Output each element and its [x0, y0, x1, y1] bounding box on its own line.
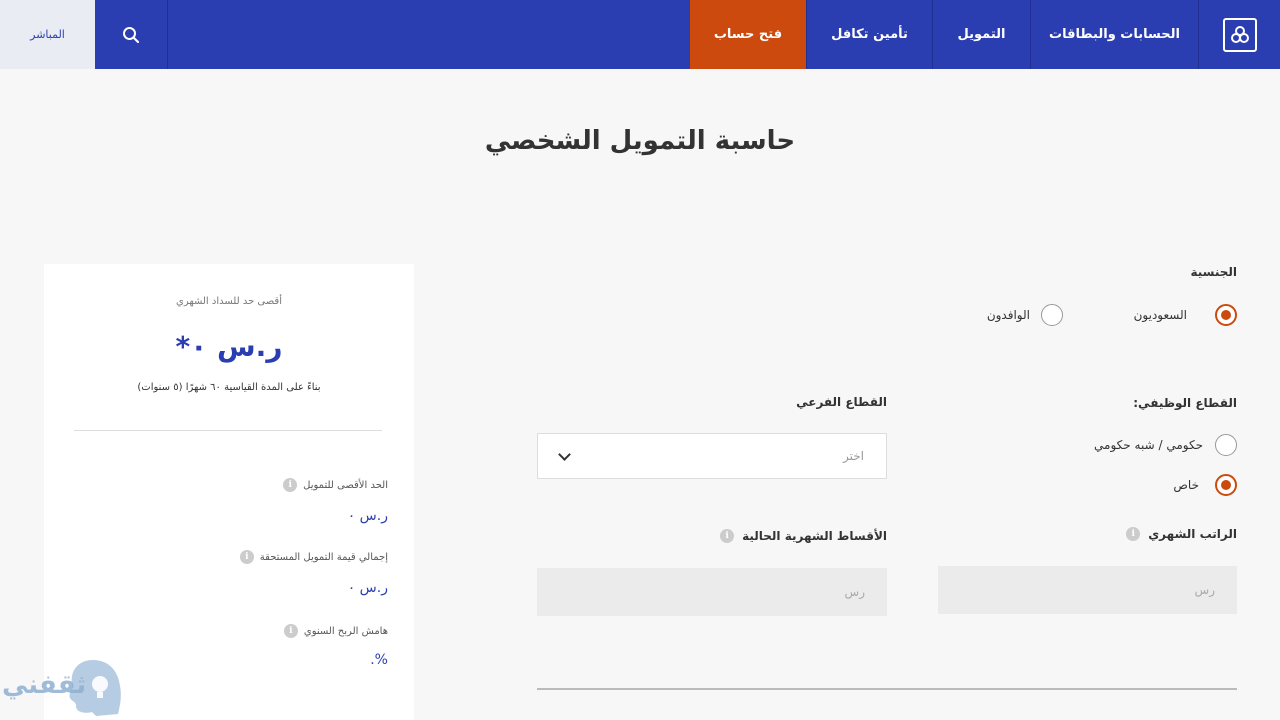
site-watermark: ثقفني: [2, 656, 126, 718]
max-finance-value: ر.س ٠: [347, 508, 388, 524]
watermark-text: ثقفني: [2, 670, 87, 700]
chevron-down-icon: [558, 447, 571, 461]
sector-government-label: حكومي / شبه حكومي: [1094, 438, 1203, 452]
subsector-label: القطاع الفرعي: [796, 395, 887, 409]
nav-direct-banking[interactable]: المباشر: [0, 0, 95, 69]
max-finance-label-row: الحد الأقصى للتمويل i: [283, 478, 388, 492]
monthly-salary-input[interactable]: [938, 566, 1237, 614]
employment-sector-label: القطاع الوظيفي:: [1133, 396, 1237, 410]
profit-margin-label-row: هامش الربح السنوي i: [283, 624, 388, 638]
radio-selected[interactable]: [1215, 474, 1237, 496]
subsector-placeholder: اختر: [843, 449, 864, 463]
max-payment-value: ر.س ٠*: [175, 330, 283, 363]
subsector-select[interactable]: اختر: [537, 433, 887, 479]
salary-label: الراتب الشهري: [1148, 527, 1237, 541]
top-navbar: الحسابات والبطاقات التمويل تأمين تكافل ف…: [0, 0, 1280, 69]
form-divider: [537, 688, 1237, 690]
nav-accounts-cards[interactable]: الحسابات والبطاقات: [1030, 0, 1198, 69]
nationality-option-expat[interactable]: [1041, 304, 1063, 326]
search-icon: [123, 26, 140, 43]
nationality-expat-label: الوافدون: [986, 308, 1030, 322]
nav-takaful-insurance[interactable]: تأمين تكافل: [806, 0, 932, 69]
radio-unselected[interactable]: [1041, 304, 1063, 326]
sector-option-government[interactable]: [1215, 434, 1237, 456]
info-icon[interactable]: i: [1126, 527, 1141, 541]
bank-logo[interactable]: [1198, 0, 1280, 69]
profit-margin-label: هامش الربح السنوي: [303, 625, 388, 637]
nav-finance[interactable]: التمويل: [932, 0, 1030, 69]
total-due-label: إجمالي قيمة التمويل المستحقة: [259, 551, 388, 563]
nationality-label: الجنسية: [1190, 265, 1237, 279]
current-installments-input[interactable]: [537, 568, 887, 616]
info-icon[interactable]: i: [283, 478, 298, 492]
max-payment-label: أقصى حد للسداد الشهري: [176, 296, 282, 307]
summary-card: أقصى حد للسداد الشهري ر.س ٠* بناءً على ا…: [44, 264, 414, 720]
radio-selected[interactable]: [1215, 304, 1237, 326]
nationality-saudi-label: السعوديون: [1133, 308, 1187, 322]
duration-note: بناءً على المدة القياسية ٦٠ شهرًا (٥ سنو…: [137, 382, 321, 393]
card-divider: [74, 430, 382, 431]
max-finance-label: الحد الأقصى للتمويل: [303, 479, 388, 491]
info-icon[interactable]: i: [720, 529, 735, 543]
search-button[interactable]: [95, 0, 168, 69]
sector-option-private[interactable]: [1215, 474, 1237, 496]
salary-label-row: الراتب الشهري i: [1126, 527, 1237, 541]
page-title: حاسبة التمويل الشخصي: [484, 126, 796, 156]
installments-label: الأقساط الشهرية الحالية: [742, 529, 887, 543]
info-icon[interactable]: i: [239, 550, 254, 564]
logo-icon: [1222, 17, 1257, 52]
sector-private-label: خاص: [1173, 478, 1199, 492]
total-due-label-row: إجمالي قيمة التمويل المستحقة i: [239, 550, 388, 564]
info-icon[interactable]: i: [283, 624, 298, 638]
profit-margin-value: %.: [370, 652, 388, 668]
nationality-option-saudi[interactable]: [1215, 304, 1237, 326]
radio-unselected[interactable]: [1215, 434, 1237, 456]
total-due-value: ر.س ٠: [347, 580, 388, 596]
open-account-button[interactable]: فتح حساب: [690, 0, 806, 69]
installments-label-row: الأقساط الشهرية الحالية i: [720, 529, 887, 543]
